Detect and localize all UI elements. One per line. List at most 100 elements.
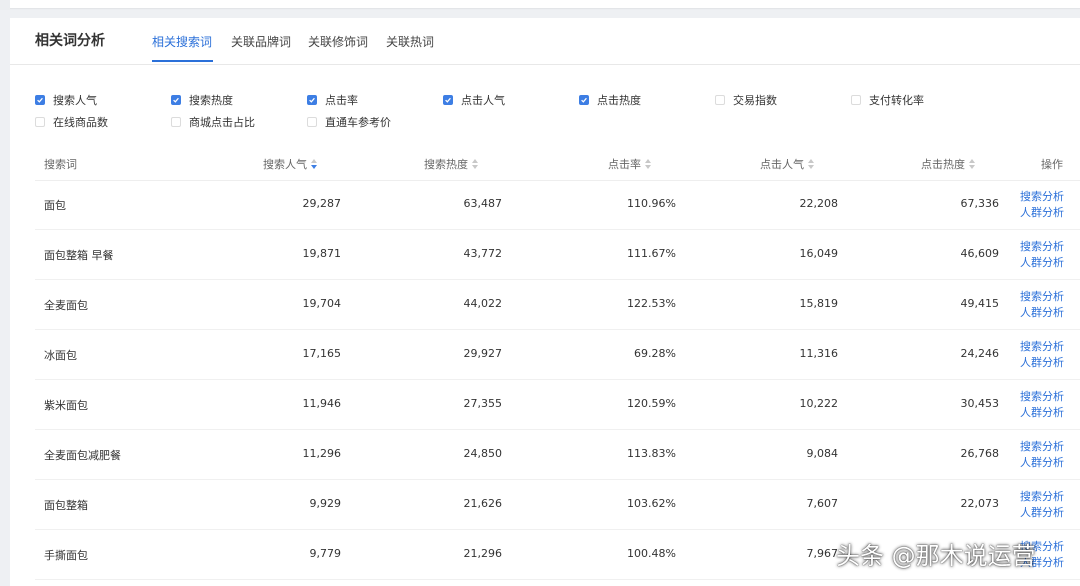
column-header-click-popularity[interactable]: 点击人气 [760,156,814,172]
filter-checkbox[interactable]: 直通车参考价 [307,114,391,130]
crowd-analysis-link[interactable]: 人群分析 [1020,205,1064,221]
search-analysis-link[interactable]: 搜索分析 [1020,439,1064,455]
sort-icon[interactable] [808,159,814,169]
page-title: 相关词分析 [35,33,105,49]
search-analysis-link[interactable]: 搜索分析 [1020,339,1064,355]
filter-checkbox[interactable]: 交易指数 [715,92,777,108]
tab-related-hot-words[interactable]: 关联热词 [386,33,434,50]
sort-icon[interactable] [969,159,975,169]
ctr-cell: 122.53% [627,297,676,310]
click-popularity-cell: 7,967 [806,547,839,560]
row-actions: 搜索分析 人群分析 [1020,339,1064,371]
search-popularity-cell: 11,296 [302,447,342,460]
column-header-click-heat[interactable]: 点击热度 [921,156,975,172]
filter-checkbox[interactable]: 搜索热度 [171,92,233,108]
filter-checkbox[interactable]: 搜索人气 [35,92,97,108]
ctr-cell: 113.83% [627,447,676,460]
filter-label: 点击率 [325,94,358,107]
checkbox-unchecked-icon[interactable] [35,117,45,127]
ctr-cell: 100.48% [627,547,676,560]
search-popularity-cell: 19,871 [302,247,342,260]
tab-related-search-words[interactable]: 相关搜索词 [152,33,212,50]
filter-checkbox[interactable]: 点击热度 [579,92,641,108]
search-term-cell: 手撕面包 [44,549,88,562]
top-strip [0,0,1080,10]
crowd-analysis-link[interactable]: 人群分析 [1020,355,1064,371]
column-label: 操作 [1041,158,1063,171]
active-tab-indicator [152,60,213,62]
sort-icon[interactable] [472,159,478,169]
filter-checkbox[interactable]: 在线商品数 [35,114,108,130]
search-term-cell: 紫米面包 [44,399,88,412]
click-popularity-cell: 16,049 [799,247,839,260]
checkbox-unchecked-icon[interactable] [171,117,181,127]
table-header: 搜索词 搜索人气 搜索热度 点击率 点击人气 点击热度 操作 [35,148,1080,181]
filter-label: 商城点击占比 [189,116,255,129]
crowd-analysis-link[interactable]: 人群分析 [1020,455,1064,471]
search-term-cell: 面包 [44,199,66,212]
checkbox-unchecked-icon[interactable] [307,117,317,127]
sort-desc-icon[interactable] [311,159,317,169]
column-header-search-popularity[interactable]: 搜索人气 [263,156,317,172]
column-header-ctr[interactable]: 点击率 [608,156,651,172]
filter-checkbox[interactable]: 商城点击占比 [171,114,255,130]
search-heat-cell: 44,022 [463,297,503,310]
table-body: 面包 29,287 63,487 110.96% 22,208 67,336 搜索分析 人群分… [35,180,1080,580]
filter-checkbox[interactable]: 支付转化率 [851,92,924,108]
checkbox-unchecked-icon[interactable] [851,95,861,105]
checkbox-checked-icon[interactable] [307,95,317,105]
table-row: 紫米面包 11,946 27,355 120.59% 10,222 30,453 搜索分析人… [35,380,1080,430]
row-actions: 搜索分析 人群分析 [1020,489,1064,521]
watermark-text: 头条 @那木说运营 [836,542,1036,570]
filter-checkbox[interactable]: 点击率 [307,92,358,108]
search-popularity-cell: 19,704 [302,297,342,310]
search-analysis-link[interactable]: 搜索分析 [1020,289,1064,305]
column-header-search-heat[interactable]: 搜索热度 [424,156,478,172]
panel-header: 相关词分析 相关搜索词 关联品牌词 关联修饰词 关联热词 [10,18,1080,65]
column-label: 点击人气 [760,158,804,171]
row-actions: 搜索分析 人群分析 [1020,189,1064,221]
click-popularity-cell: 9,084 [806,447,839,460]
sort-icon[interactable] [645,159,651,169]
tab-related-modifier-words[interactable]: 关联修饰词 [308,33,368,50]
filter-checkbox[interactable]: 点击人气 [443,92,505,108]
checkbox-checked-icon[interactable] [35,95,45,105]
filter-label: 点击人气 [461,94,505,107]
search-heat-cell: 29,927 [463,347,503,360]
search-term-cell: 面包整箱 [44,499,88,512]
search-analysis-link[interactable]: 搜索分析 [1020,239,1064,255]
click-heat-cell: 67,336 [960,197,1000,210]
filter-label: 搜索人气 [53,94,97,107]
checkbox-checked-icon[interactable] [171,95,181,105]
table-row: 面包 29,287 63,487 110.96% 22,208 67,336 搜索分析 人群分… [35,180,1080,230]
checkbox-checked-icon[interactable] [443,95,453,105]
ctr-cell: 69.28% [634,347,676,360]
checkbox-unchecked-icon[interactable] [715,95,725,105]
checkbox-checked-icon[interactable] [579,95,589,105]
crowd-analysis-link[interactable]: 人群分析 [1020,305,1064,321]
crowd-analysis-link[interactable]: 人群分析 [1020,255,1064,271]
search-analysis-link[interactable]: 搜索分析 [1020,489,1064,505]
row-actions: 搜索分析 人群分析 [1020,239,1064,271]
filter-label: 在线商品数 [53,116,108,129]
crowd-analysis-link[interactable]: 人群分析 [1020,405,1064,421]
search-term-cell: 全麦面包 [44,299,88,312]
search-term-cell: 面包整箱 早餐 [44,249,114,262]
search-heat-cell: 21,626 [463,497,503,510]
click-popularity-cell: 10,222 [799,397,839,410]
table-row: 全麦面包 19,704 44,022 122.53% 15,819 49,415 搜索分析人… [35,280,1080,330]
tab-related-brand-words[interactable]: 关联品牌词 [231,33,291,50]
click-popularity-cell: 15,819 [799,297,839,310]
click-heat-cell: 22,073 [960,497,1000,510]
search-popularity-cell: 9,779 [309,547,342,560]
click-popularity-cell: 22,208 [799,197,839,210]
search-analysis-link[interactable]: 搜索分析 [1020,389,1064,405]
filter-label: 支付转化率 [869,94,924,107]
search-analysis-link[interactable]: 搜索分析 [1020,189,1064,205]
crowd-analysis-link[interactable]: 人群分析 [1020,505,1064,521]
click-heat-cell: 24,246 [960,347,1000,360]
search-popularity-cell: 11,946 [302,397,342,410]
search-heat-cell: 43,772 [463,247,503,260]
column-label: 搜索人气 [263,158,307,171]
top-bar [10,0,1080,9]
